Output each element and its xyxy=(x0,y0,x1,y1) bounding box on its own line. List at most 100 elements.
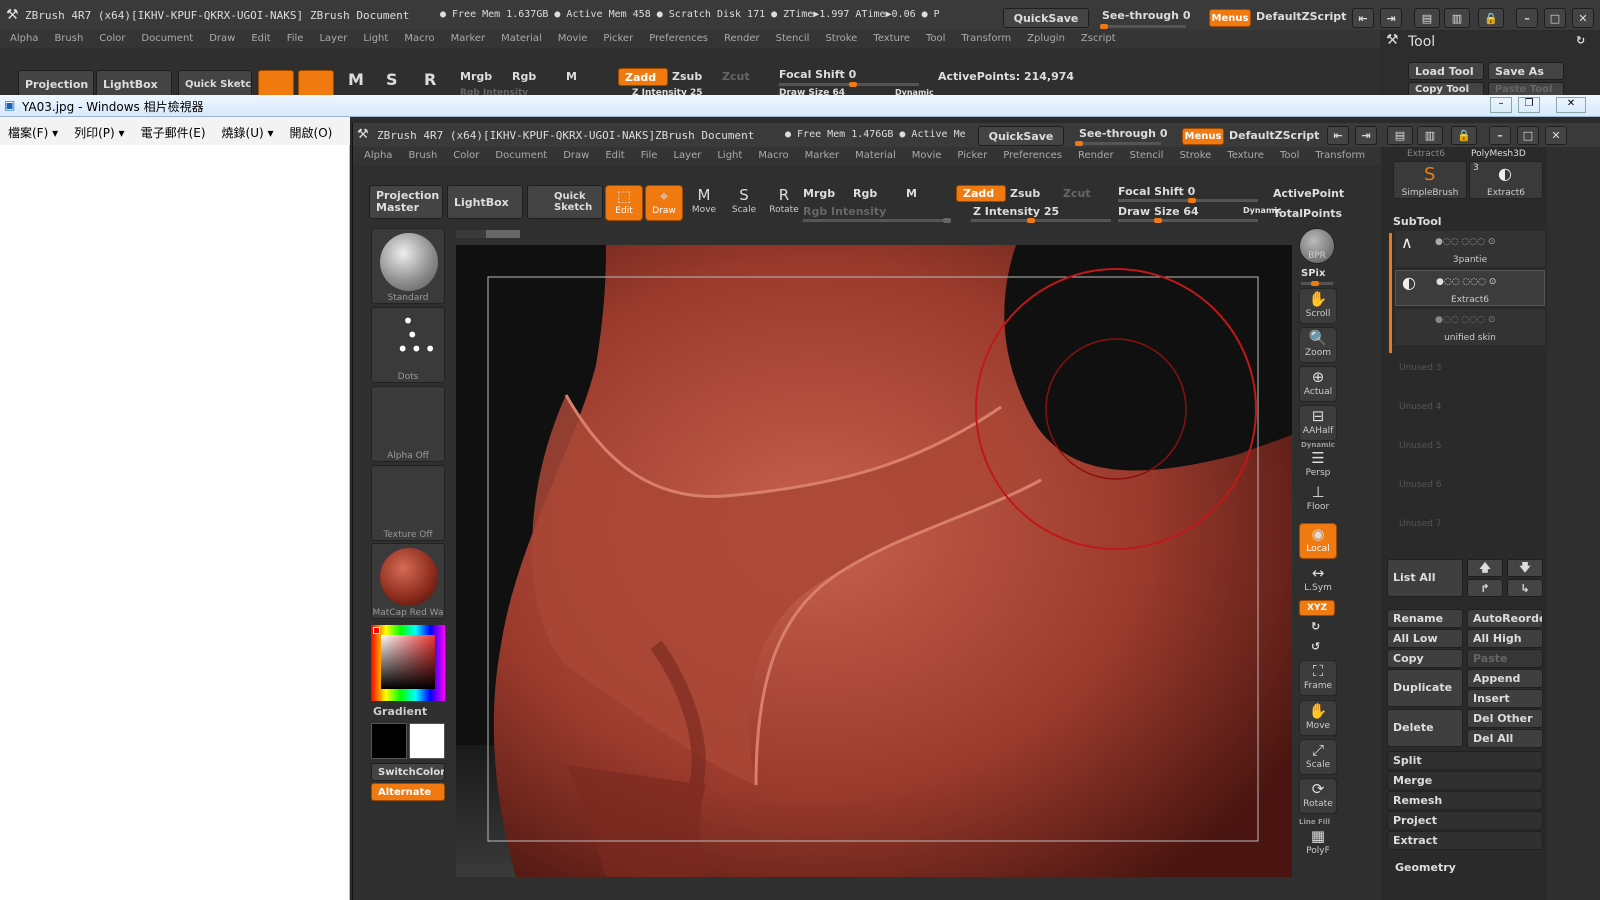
bg-rgb[interactable]: Rgb xyxy=(512,70,536,83)
bg-menu-item[interactable]: Brush xyxy=(44,30,89,44)
bg-menu-item[interactable]: Alpha xyxy=(0,30,44,44)
z2-draw-size[interactable]: Draw Size 64 xyxy=(1118,205,1199,218)
z2-copy-button[interactable]: Copy xyxy=(1387,649,1463,668)
z2-subtool-row[interactable]: ∧ ●◌◌ ◌◌◌ ⊙ 3pantie xyxy=(1395,231,1545,267)
z2-local-button[interactable]: ◉ Local xyxy=(1299,523,1337,559)
bg-menu-item[interactable]: Light xyxy=(353,30,394,44)
z2-project-section[interactable]: Project xyxy=(1387,811,1543,830)
z2-rename-button[interactable]: Rename xyxy=(1387,609,1463,628)
z2-main-color-swatch[interactable] xyxy=(409,723,445,759)
bg-copy-tool-button[interactable]: Copy Tool xyxy=(1408,82,1484,96)
z2-move-view-button[interactable]: ✋ Move xyxy=(1299,700,1337,736)
viewer-menu-item[interactable]: 檔案(F) ▾ xyxy=(0,124,66,141)
z2-extract-section[interactable]: Extract xyxy=(1387,831,1543,850)
z2-menu-item[interactable]: Layer xyxy=(662,147,706,161)
bg-paste-tool-button[interactable]: Paste Tool xyxy=(1488,82,1564,96)
z2-shelf-left-icon[interactable]: ⇤ xyxy=(1327,126,1349,145)
z2-simplebrush-thumb[interactable]: S SimpleBrush xyxy=(1393,161,1467,199)
z2-remesh-section[interactable]: Remesh xyxy=(1387,791,1543,810)
z2-all-high-button[interactable]: All High xyxy=(1467,629,1543,648)
bg-minimize-icon[interactable]: – xyxy=(1516,8,1538,28)
z2-scroll-indicator[interactable] xyxy=(456,230,520,238)
bg-zadd-button[interactable]: Zadd xyxy=(618,68,668,86)
bg-menu-item[interactable]: Document xyxy=(131,30,199,44)
z2-aahalf-button[interactable]: ⊟ AAHalf xyxy=(1299,405,1337,441)
z2-menu-item[interactable]: Edit xyxy=(594,147,629,161)
bg-quicksave-button[interactable]: QuickSave xyxy=(1003,8,1089,28)
bg-move-icon[interactable]: M xyxy=(348,70,364,89)
bg-projection-master-button[interactable]: Projection Master xyxy=(18,70,94,98)
viewer-minimize-icon[interactable]: – xyxy=(1490,97,1512,113)
subtool-toggle-icon[interactable]: ●◌◌ ◌◌◌ ⊙ xyxy=(1435,315,1495,325)
z2-menu-item[interactable]: Material xyxy=(844,147,901,161)
z2-menu-item[interactable]: Brush xyxy=(397,147,442,161)
subtool-toggle-icon[interactable]: ●◌◌ ◌◌◌ ⊙ xyxy=(1436,277,1496,287)
bg-save-as-button[interactable]: Save As xyxy=(1488,62,1564,80)
z2-merge-section[interactable]: Merge xyxy=(1387,771,1543,790)
z2-split-section[interactable]: Split xyxy=(1387,751,1543,770)
bg-lightbox-button[interactable]: LightBox xyxy=(96,70,172,98)
z2-frame-button[interactable]: ⛶ Frame xyxy=(1299,660,1337,696)
z2-del-other-button[interactable]: Del Other xyxy=(1467,709,1543,728)
viewer-menu-item[interactable]: 列印(P) ▾ xyxy=(66,124,132,141)
z2-extract6-thumb[interactable]: 3 ◐ Extract6 xyxy=(1469,161,1543,199)
bg-menu-item[interactable]: Tool xyxy=(916,30,951,44)
z2-zoom-button[interactable]: 🔍 Zoom xyxy=(1299,327,1337,363)
z2-scroll-button[interactable]: ✋ Scroll xyxy=(1299,288,1337,324)
bg-shelf-right-icon[interactable]: ⇥ xyxy=(1380,8,1402,28)
z2-rotate-z-icon[interactable]: ↺ xyxy=(1311,640,1320,653)
z2-zcut[interactable]: Zcut xyxy=(1063,187,1091,200)
z2-rotate-y-icon[interactable]: ↻ xyxy=(1311,620,1320,633)
z2-rgb-intensity[interactable]: Rgb Intensity xyxy=(803,205,886,218)
z2-menu-item[interactable]: Texture xyxy=(1216,147,1269,161)
z2-gradient-label[interactable]: Gradient xyxy=(373,705,427,718)
z2-spix[interactable]: SPix xyxy=(1301,268,1325,279)
viewer-close-icon[interactable]: ✕ xyxy=(1556,97,1586,113)
bg-zsub[interactable]: Zsub xyxy=(672,70,702,83)
z2-append-button[interactable]: Append xyxy=(1467,669,1543,688)
bg-shelf-left-icon[interactable]: ⇤ xyxy=(1352,8,1374,28)
z2-menu-item[interactable]: Marker xyxy=(794,147,845,161)
bg-mrgb[interactable]: Mrgb xyxy=(460,70,492,83)
bg-menu-item[interactable]: Stencil xyxy=(766,30,816,44)
bg-menu-item[interactable]: Layer xyxy=(309,30,353,44)
z2-insert-button[interactable]: Insert xyxy=(1467,689,1543,708)
bg-menu-item[interactable]: Zscript xyxy=(1071,30,1122,44)
bg-close-icon[interactable]: ✕ xyxy=(1572,8,1594,28)
bg-menu-item[interactable]: Stroke xyxy=(815,30,863,44)
z2-edit-button[interactable]: ⬚ Edit xyxy=(605,185,643,221)
z2-alpha-tile[interactable]: Alpha Off xyxy=(371,386,445,462)
z2-menu-item[interactable]: Render xyxy=(1067,147,1119,161)
z2-subtool-scrollbar[interactable] xyxy=(1389,233,1392,353)
bg-tool-reset-icon[interactable]: ↻ xyxy=(1576,34,1585,47)
z2-rgb[interactable]: Rgb xyxy=(853,187,877,200)
bg-menus-button[interactable]: Menus xyxy=(1209,9,1251,27)
bg-layout2-icon[interactable]: ▥ xyxy=(1444,8,1470,28)
z2-subtool-row-selected[interactable]: ◐ ●◌◌ ◌◌◌ ⊙ Extract6 xyxy=(1395,270,1545,306)
z2-seethrough[interactable]: See-through 0 xyxy=(1079,127,1168,140)
z2-lsym-button[interactable]: ↔ L.Sym xyxy=(1299,563,1337,595)
bg-menu-item[interactable]: Transform xyxy=(951,30,1017,44)
z2-layout2-icon[interactable]: ▥ xyxy=(1417,126,1443,145)
bg-menu-item[interactable]: Draw xyxy=(199,30,241,44)
bg-quick-sketch-button[interactable]: Quick Sketch xyxy=(178,70,252,98)
z2-menu-item[interactable]: Stroke xyxy=(1168,147,1216,161)
z2-subtool-header[interactable]: SubTool xyxy=(1393,215,1442,228)
bg-layout-icon[interactable]: ▤ xyxy=(1414,8,1440,28)
z2-actual-button[interactable]: ⊕ Actual xyxy=(1299,366,1337,402)
bg-menu-item[interactable]: Movie xyxy=(548,30,594,44)
bg-maximize-icon[interactable]: □ xyxy=(1544,8,1566,28)
bg-rotate-icon[interactable]: R xyxy=(424,70,436,89)
z2-lightbox-button[interactable]: LightBox xyxy=(447,185,523,219)
z2-zadd-button[interactable]: Zadd xyxy=(956,185,1006,202)
z2-menu-item[interactable]: Picker xyxy=(946,147,992,161)
z2-z-intensity[interactable]: Z Intensity 25 xyxy=(973,205,1059,218)
z2-canvas[interactable] xyxy=(456,245,1292,877)
z2-switchcolor-button[interactable]: SwitchColor xyxy=(371,763,445,781)
z2-menu-item[interactable]: Macro xyxy=(747,147,793,161)
z2-bpr-button[interactable]: BPR xyxy=(1299,228,1335,264)
z2-rotate-button[interactable]: R Rotate xyxy=(765,185,803,221)
bg-menu-item[interactable]: Macro xyxy=(394,30,440,44)
z2-menu-item[interactable]: Color xyxy=(442,147,484,161)
bg-load-tool-button[interactable]: Load Tool xyxy=(1408,62,1484,80)
